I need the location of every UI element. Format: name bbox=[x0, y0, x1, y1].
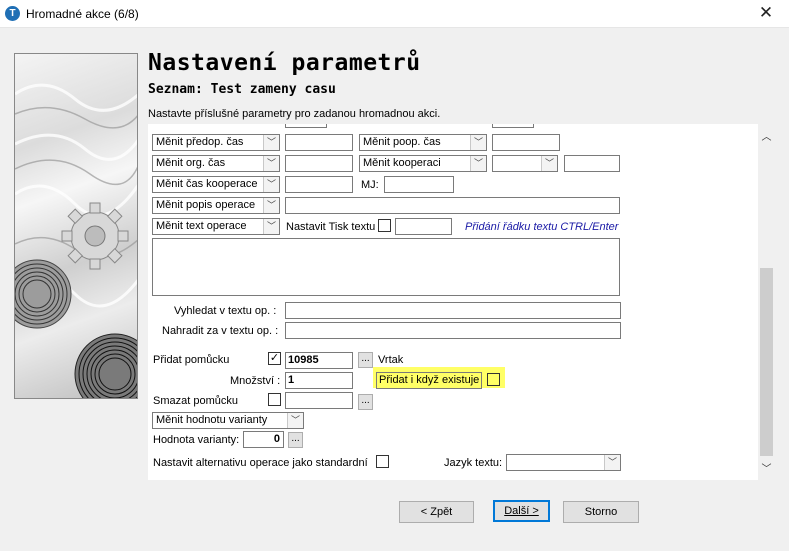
add-tool-browse-button[interactable]: ... bbox=[358, 352, 373, 368]
close-icon[interactable]: ✕ bbox=[743, 0, 789, 28]
search-in-text-field[interactable] bbox=[285, 302, 621, 319]
scroll-up-icon[interactable]: ︿ bbox=[758, 128, 775, 144]
set-alternative-label: Nastavit alternativu operace jako standa… bbox=[153, 457, 368, 469]
app-icon: T bbox=[5, 6, 20, 21]
quantity-field[interactable]: 1 bbox=[285, 372, 353, 389]
add-if-exists-label: Přidat i když existuje bbox=[376, 372, 482, 389]
cancel-button[interactable]: Storno bbox=[563, 501, 639, 523]
delete-tool-label: Smazat pomůcku bbox=[153, 395, 238, 407]
chevron-down-icon[interactable]: ﹀ bbox=[263, 198, 279, 213]
search-in-text-label: Vyhledat v textu op. : bbox=[174, 305, 277, 317]
postop-time-field[interactable] bbox=[492, 134, 560, 151]
parameters-form: Měnit předop. čas ﹀ Měnit poop. čas ﹀ Mě… bbox=[148, 124, 758, 480]
mj-label: MJ: bbox=[361, 179, 379, 191]
combo-value: Měnit hodnotu varianty bbox=[156, 414, 268, 426]
replace-in-text-field[interactable] bbox=[285, 322, 621, 339]
variant-value-browse-button[interactable]: ... bbox=[288, 432, 303, 448]
combo-value: Měnit předop. čas bbox=[156, 136, 244, 148]
combo-value: Měnit kooperaci bbox=[363, 157, 441, 169]
window-title: Hromadné akce (6/8) bbox=[26, 7, 139, 21]
print-text-label: Nastavit Tisk textu bbox=[286, 221, 376, 233]
page-title: Nastavení parametrů bbox=[148, 50, 421, 76]
delete-tool-browse-button[interactable]: ... bbox=[358, 394, 373, 410]
combo-value: Měnit text operace bbox=[156, 220, 247, 232]
chevron-down-icon[interactable]: ﹀ bbox=[263, 135, 279, 150]
org-time-field[interactable] bbox=[285, 155, 353, 172]
delete-tool-field[interactable] bbox=[285, 392, 353, 409]
print-text-field[interactable] bbox=[395, 218, 452, 235]
page-description: Nastavte příslušné parametry pro zadanou… bbox=[148, 108, 441, 120]
clipped-field-top-2[interactable] bbox=[492, 124, 534, 128]
cooperation-value-combo[interactable]: ﹀ bbox=[492, 155, 558, 172]
add-tool-code-field[interactable]: 10985 bbox=[285, 352, 353, 369]
text-language-label: Jazyk textu: bbox=[444, 457, 503, 469]
chevron-down-icon[interactable]: ﹀ bbox=[541, 156, 557, 171]
add-tool-label: Přidat pomůcku bbox=[153, 354, 230, 366]
next-button[interactable]: Další > bbox=[493, 500, 550, 522]
change-operation-text-combo[interactable]: Měnit text operace ﹀ bbox=[152, 218, 280, 235]
change-variant-value-combo[interactable]: Měnit hodnotu varianty ﹀ bbox=[152, 412, 304, 429]
variant-value-field[interactable]: 0 bbox=[243, 431, 284, 448]
change-org-time-combo[interactable]: Měnit org. čas ﹀ bbox=[152, 155, 280, 172]
operation-text-area[interactable] bbox=[152, 238, 620, 296]
cooperation-value-field[interactable] bbox=[564, 155, 620, 172]
change-cooperation-combo[interactable]: Měnit kooperaci ﹀ bbox=[359, 155, 487, 172]
mj-field[interactable] bbox=[384, 176, 454, 193]
chevron-down-icon[interactable]: ﹀ bbox=[287, 413, 303, 428]
delete-tool-checkbox[interactable] bbox=[268, 393, 281, 406]
add-tool-checkbox[interactable]: ✓ bbox=[268, 352, 281, 365]
gears-illustration bbox=[14, 53, 138, 399]
change-preop-time-combo[interactable]: Měnit předop. čas ﹀ bbox=[152, 134, 280, 151]
combo-value: Měnit poop. čas bbox=[363, 136, 441, 148]
set-alternative-checkbox[interactable] bbox=[376, 455, 389, 468]
variant-value-label: Hodnota varianty: bbox=[153, 434, 240, 446]
back-button[interactable]: < Zpět bbox=[399, 501, 474, 523]
add-if-exists-checkbox[interactable] bbox=[487, 373, 500, 386]
add-tool-name: Vrtak bbox=[378, 354, 404, 366]
scroll-down-icon[interactable]: ﹀ bbox=[758, 460, 775, 476]
quantity-label: Množství : bbox=[230, 375, 281, 387]
form-scrollbar[interactable]: ︿ ﹀ bbox=[758, 124, 775, 480]
gears-artwork bbox=[15, 83, 137, 398]
preop-time-field[interactable] bbox=[285, 134, 353, 151]
replace-in-text-label: Nahradit za v textu op. : bbox=[162, 325, 279, 337]
combo-value: Měnit org. čas bbox=[156, 157, 226, 169]
change-postop-time-combo[interactable]: Měnit poop. čas ﹀ bbox=[359, 134, 487, 151]
page-subtitle: Seznam: Test zameny casu bbox=[148, 82, 336, 97]
chevron-down-icon[interactable]: ﹀ bbox=[470, 156, 486, 171]
combo-value: Měnit čas kooperace bbox=[156, 178, 258, 190]
change-cooperation-time-combo[interactable]: Měnit čas kooperace ﹀ bbox=[152, 176, 280, 193]
chevron-down-icon[interactable]: ﹀ bbox=[263, 219, 279, 234]
operation-description-field[interactable] bbox=[285, 197, 620, 214]
change-operation-description-combo[interactable]: Měnit popis operace ﹀ bbox=[152, 197, 280, 214]
scrollbar-thumb[interactable] bbox=[760, 268, 773, 456]
combo-value: Měnit popis operace bbox=[156, 199, 256, 211]
add-text-line-hint: Přidání řádku textu CTRL/Enter bbox=[465, 221, 619, 233]
print-text-checkbox[interactable] bbox=[378, 219, 391, 232]
cooperation-time-field[interactable] bbox=[285, 176, 353, 193]
chevron-down-icon[interactable]: ﹀ bbox=[604, 455, 620, 470]
text-language-combo[interactable]: ﹀ bbox=[506, 454, 621, 471]
chevron-down-icon[interactable]: ﹀ bbox=[263, 156, 279, 171]
chevron-down-icon[interactable]: ﹀ bbox=[263, 177, 279, 192]
clipped-field-top-1[interactable] bbox=[285, 124, 327, 128]
check-icon: ✓ bbox=[269, 352, 280, 364]
title-bar: T Hromadné akce (6/8) ✕ bbox=[0, 0, 789, 28]
chevron-down-icon[interactable]: ﹀ bbox=[470, 135, 486, 150]
